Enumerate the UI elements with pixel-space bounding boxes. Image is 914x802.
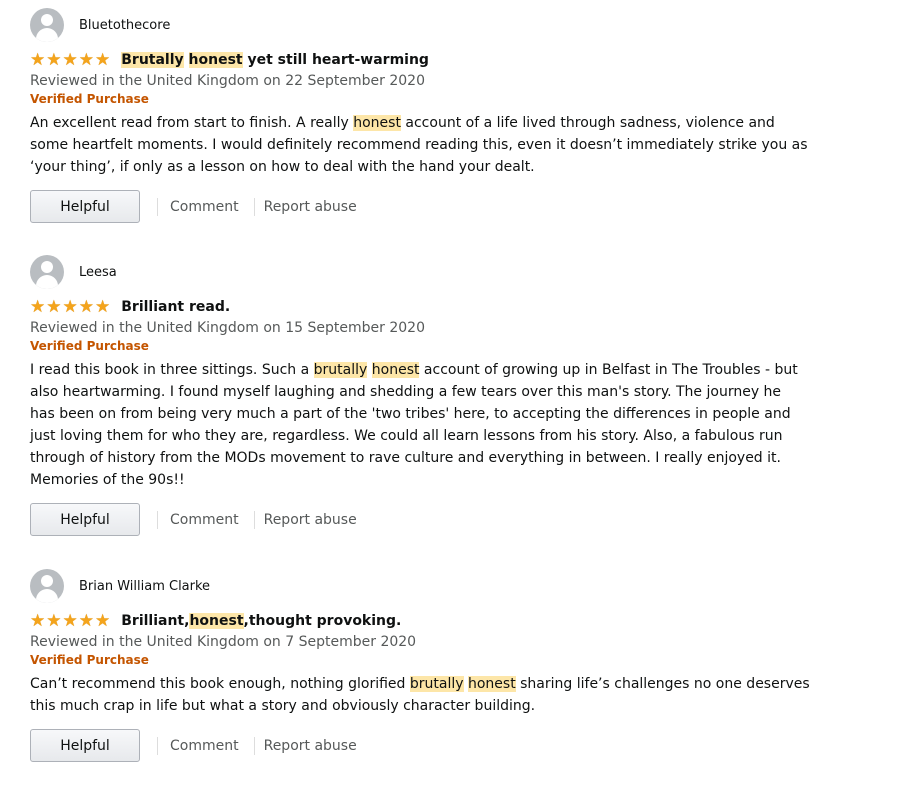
divider bbox=[157, 510, 158, 529]
review: Leesa ★ ★ ★ ★ ★ Brilliant read. Reviewed in … bbox=[30, 255, 810, 536]
star-icon: ★ bbox=[78, 50, 94, 70]
helpful-button[interactable]: Helpful bbox=[30, 190, 140, 223]
review-date: Reviewed in the United Kingdom on 15 Sep… bbox=[30, 320, 425, 336]
review-date: Reviewed in the United Kingdom on 22 Sep… bbox=[30, 73, 425, 89]
star-rating[interactable]: ★ ★ ★ ★ ★ bbox=[30, 51, 110, 69]
review-title[interactable]: Brilliant,honest,thought provoking. bbox=[121, 613, 401, 629]
review-title[interactable]: Brutally honest yet still heart-warming bbox=[121, 52, 429, 68]
body-text: An excellent read from start to finish. … bbox=[30, 115, 354, 131]
reviewer-name[interactable]: Bluetothecore bbox=[79, 18, 170, 33]
review-body: An excellent read from start to finish. … bbox=[30, 112, 810, 178]
star-icon: ★ bbox=[46, 50, 62, 70]
helpful-button[interactable]: Helpful bbox=[30, 729, 140, 762]
review-date: Reviewed in the United Kingdom on 7 Sept… bbox=[30, 634, 417, 650]
helpful-button[interactable]: Helpful bbox=[30, 503, 140, 536]
review-title[interactable]: Brilliant read. bbox=[121, 299, 230, 315]
reviewer-profile[interactable]: Brian William Clarke bbox=[30, 569, 810, 603]
star-rating[interactable]: ★ ★ ★ ★ ★ bbox=[30, 298, 110, 316]
report-abuse-link[interactable]: Report abuse bbox=[264, 199, 357, 215]
avatar-icon bbox=[30, 8, 64, 42]
divider bbox=[157, 736, 158, 755]
verified-purchase-badge[interactable]: Verified Purchase bbox=[30, 92, 810, 106]
highlight: honest bbox=[353, 115, 401, 131]
body-text: account of growing up in Belfast in The … bbox=[30, 362, 798, 488]
divider bbox=[157, 197, 158, 216]
comment-link[interactable]: Comment bbox=[170, 512, 239, 528]
star-icon: ★ bbox=[78, 297, 94, 317]
verified-purchase-badge[interactable]: Verified Purchase bbox=[30, 339, 810, 353]
highlight: brutally bbox=[409, 676, 464, 692]
avatar-icon bbox=[30, 255, 64, 289]
divider bbox=[253, 197, 255, 216]
title-text: Brilliant, bbox=[121, 613, 190, 629]
star-icon: ★ bbox=[62, 611, 78, 631]
star-icon: ★ bbox=[30, 50, 46, 70]
report-abuse-link[interactable]: Report abuse bbox=[264, 512, 357, 528]
star-icon: ★ bbox=[30, 297, 46, 317]
body-text: Can’t recommend this book enough, nothin… bbox=[30, 676, 410, 692]
reviewer-name[interactable]: Brian William Clarke bbox=[79, 579, 210, 594]
star-icon: ★ bbox=[46, 611, 62, 631]
avatar-icon bbox=[30, 569, 64, 603]
body-text: I read this book in three sittings. Such… bbox=[30, 362, 314, 378]
highlight: honest bbox=[371, 362, 420, 378]
star-icon: ★ bbox=[78, 611, 94, 631]
highlight: Brutally bbox=[121, 52, 184, 68]
review: Brian William Clarke ★ ★ ★ ★ ★ Brilliant,hon… bbox=[30, 569, 810, 762]
review-body: Can’t recommend this book enough, nothin… bbox=[30, 673, 810, 717]
divider bbox=[253, 736, 255, 755]
star-icon: ★ bbox=[95, 611, 111, 631]
highlight: honest bbox=[188, 52, 243, 68]
star-icon: ★ bbox=[95, 50, 111, 70]
review: Bluetothecore ★ ★ ★ ★ ★ Brutally honest yet … bbox=[30, 8, 810, 223]
reviewer-profile[interactable]: Bluetothecore bbox=[30, 8, 810, 42]
divider bbox=[253, 510, 255, 529]
reviewer-profile[interactable]: Leesa bbox=[30, 255, 810, 289]
title-text bbox=[184, 52, 189, 68]
title-text: ,thought provoking. bbox=[243, 613, 402, 629]
star-icon: ★ bbox=[46, 297, 62, 317]
title-text: yet still heart-warming bbox=[242, 52, 429, 68]
highlight: honest bbox=[189, 613, 244, 629]
highlight: honest bbox=[467, 676, 516, 692]
star-icon: ★ bbox=[62, 297, 78, 317]
comment-link[interactable]: Comment bbox=[170, 199, 239, 215]
report-abuse-link[interactable]: Report abuse bbox=[264, 738, 357, 754]
star-rating[interactable]: ★ ★ ★ ★ ★ bbox=[30, 612, 110, 630]
reviewer-name[interactable]: Leesa bbox=[79, 265, 117, 280]
star-icon: ★ bbox=[62, 50, 78, 70]
review-body: I read this book in three sittings. Such… bbox=[30, 359, 810, 491]
star-icon: ★ bbox=[95, 297, 111, 317]
star-icon: ★ bbox=[30, 611, 46, 631]
highlight: brutally bbox=[313, 362, 368, 378]
verified-purchase-badge[interactable]: Verified Purchase bbox=[30, 653, 810, 667]
comment-link[interactable]: Comment bbox=[170, 738, 239, 754]
